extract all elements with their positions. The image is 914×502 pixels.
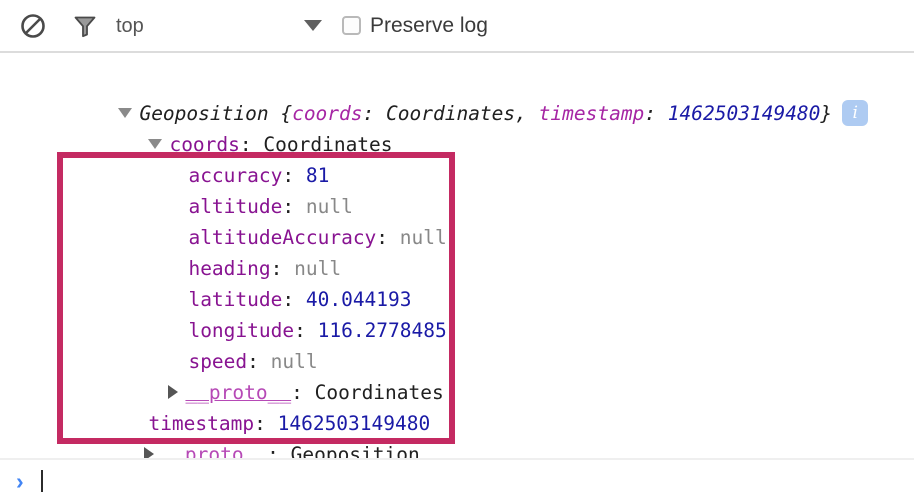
property-key: altitude (188, 195, 282, 218)
filter-button[interactable] (68, 9, 102, 43)
property-value: null (306, 195, 353, 218)
disclosure-triangle-open-icon[interactable] (148, 139, 162, 149)
proto-separator: : (267, 443, 290, 458)
proto-key: __proto__ (161, 443, 267, 458)
property-key: longitude (188, 319, 294, 342)
property-key: altitudeAccuracy (188, 226, 376, 249)
property-key: speed (188, 350, 247, 373)
header-prop-timestamp-separator: : (644, 102, 667, 125)
clear-console-button[interactable] (16, 9, 50, 43)
execution-context-selector[interactable]: top (116, 16, 326, 36)
proto-key: __proto__ (185, 381, 291, 404)
proto-value: Coordinates (315, 381, 444, 404)
prompt-chevron-icon: › (16, 470, 24, 493)
header-prop-coords-value: Coordinates (386, 102, 515, 125)
proto-separator: : (291, 381, 314, 404)
preserve-log-label: Preserve log (370, 15, 488, 36)
property-separator: : (294, 319, 317, 342)
header-prop-timestamp-value: 1462503149480 (668, 102, 821, 125)
console-prompt-bar[interactable]: › (0, 458, 914, 502)
console-message-area: Geoposition {coords: Coordinates, timest… (0, 53, 914, 458)
header-prop-coords-separator: : (363, 102, 386, 125)
property-value: null (271, 350, 318, 373)
header-prop-coords-name: coords (292, 102, 362, 125)
property-separator: : (376, 226, 399, 249)
execution-context-label: top (116, 16, 144, 36)
info-badge-icon[interactable]: i (842, 100, 868, 126)
property-separator: : (282, 164, 305, 187)
console-toolbar: top Preserve log (0, 0, 914, 53)
coords-value: Coordinates (263, 133, 392, 156)
coords-key: coords (169, 133, 239, 156)
coords-separator: : (240, 133, 263, 156)
property-key: accuracy (188, 164, 282, 187)
open-brace: { (269, 102, 292, 125)
property-value: 81 (306, 164, 329, 187)
property-value: 40.044193 (306, 288, 412, 311)
property-value: null (294, 257, 341, 280)
chevron-down-icon (304, 20, 322, 31)
property-separator: : (282, 288, 305, 311)
disclosure-triangle-closed-icon[interactable] (168, 385, 178, 399)
object-constructor-name: Geoposition (139, 102, 268, 125)
close-brace: } (820, 102, 832, 125)
object-header-row[interactable]: Geoposition {coords: Coordinates, timest… (0, 67, 914, 98)
filter-funnel-icon (72, 13, 98, 39)
preserve-log-option[interactable]: Preserve log (342, 15, 488, 36)
proto-value: Geoposition (291, 443, 420, 458)
console-log-entry[interactable]: Geoposition {coords: Coordinates, timest… (0, 53, 914, 439)
timestamp-separator: : (254, 412, 277, 435)
timestamp-value: 1462503149480 (278, 412, 431, 435)
property-key: latitude (188, 288, 282, 311)
property-separator: : (247, 350, 270, 373)
header-comma: , (515, 102, 538, 125)
property-key: heading (188, 257, 270, 280)
property-value: 116.2778485 (318, 319, 447, 342)
property-separator: : (271, 257, 294, 280)
clear-circle-slash-icon (20, 13, 46, 39)
console-input-caret[interactable] (41, 470, 43, 492)
header-prop-timestamp-name: timestamp (539, 102, 645, 125)
property-value: null (400, 226, 447, 249)
preserve-log-checkbox[interactable] (342, 16, 361, 35)
property-separator: : (282, 195, 305, 218)
timestamp-key: timestamp (148, 412, 254, 435)
disclosure-triangle-open-icon[interactable] (118, 108, 132, 118)
disclosure-triangle-closed-icon[interactable] (144, 447, 154, 459)
